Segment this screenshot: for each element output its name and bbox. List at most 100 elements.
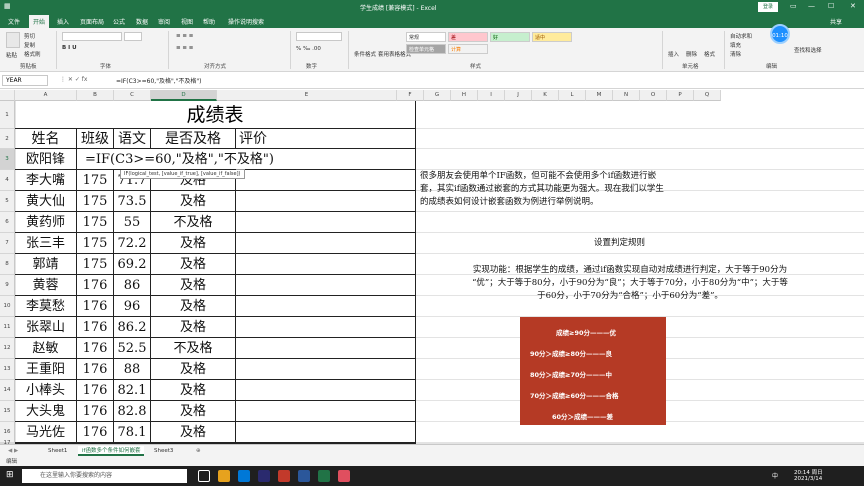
cell-name[interactable]: 小棒头 xyxy=(15,380,77,401)
tab-data[interactable]: 数据 xyxy=(136,17,148,26)
cell-class[interactable]: 176 xyxy=(77,359,114,380)
cell-class[interactable]: 175 xyxy=(77,254,114,275)
cell-class[interactable]: 175 xyxy=(77,170,114,191)
style-neutral[interactable]: 适中 xyxy=(532,32,572,42)
row-header[interactable]: 2 xyxy=(0,129,15,149)
cell-name[interactable]: 张翠山 xyxy=(15,317,77,338)
word-icon[interactable] xyxy=(298,470,310,482)
cell-score[interactable]: 73.5 xyxy=(114,191,151,212)
cell-name[interactable]: 欧阳锋 xyxy=(15,149,77,170)
column-header[interactable]: E xyxy=(217,90,397,101)
sheet-title[interactable]: 成绩表 xyxy=(15,101,416,129)
column-header[interactable]: D xyxy=(151,90,217,101)
cell-class[interactable]: 176 xyxy=(77,296,114,317)
formula-input[interactable]: =IF(C3>=60,"及格","不及格") xyxy=(116,76,201,85)
insert-cells-button[interactable]: 插入 xyxy=(668,50,679,58)
powerpoint-icon[interactable] xyxy=(278,470,290,482)
cell-score[interactable]: 78.1 xyxy=(114,422,151,443)
cell-comment[interactable] xyxy=(236,422,416,443)
tab-view[interactable]: 视图 xyxy=(181,17,193,26)
delete-cells-button[interactable]: 删除 xyxy=(686,50,697,58)
copy-button[interactable]: 复制 xyxy=(24,41,35,49)
premiere-icon[interactable] xyxy=(258,470,270,482)
align-icons-row2[interactable]: ≡ ≡ ≡ xyxy=(176,45,193,51)
ime-indicator[interactable]: 中 xyxy=(772,471,778,480)
tab-file[interactable]: 文件 xyxy=(8,17,20,26)
cell-score[interactable]: 82.1 xyxy=(114,380,151,401)
column-header[interactable]: J xyxy=(505,90,532,101)
column-header[interactable]: M xyxy=(586,90,613,101)
cell-pass[interactable]: 及格 xyxy=(151,380,236,401)
row-header[interactable]: 10 xyxy=(0,296,15,317)
cell-pass[interactable]: 不及格 xyxy=(151,212,236,233)
column-header[interactable]: O xyxy=(640,90,667,101)
cell-comment[interactable] xyxy=(236,233,416,254)
row-header[interactable]: 13 xyxy=(0,359,15,380)
column-header[interactable]: G xyxy=(424,90,451,101)
cell-comment[interactable] xyxy=(236,401,416,422)
tell-me-search[interactable]: 操作说明搜索 xyxy=(228,17,264,26)
style-good[interactable]: 好 xyxy=(490,32,530,42)
cell-score[interactable]: 88 xyxy=(114,359,151,380)
conditional-format-button[interactable]: 条件格式 xyxy=(354,50,376,58)
sheet-tab-sheet3[interactable]: Sheet3 xyxy=(150,446,177,456)
cell-name[interactable]: 黄药师 xyxy=(15,212,77,233)
header-class[interactable]: 班级 xyxy=(77,129,114,149)
percent-icon[interactable]: % ‰ .00 xyxy=(296,46,321,52)
tab-help[interactable]: 帮助 xyxy=(203,17,215,26)
tab-home[interactable]: 开始 xyxy=(29,15,50,28)
share-button[interactable]: 共享 xyxy=(830,17,842,26)
format-cells-button[interactable]: 格式 xyxy=(704,50,715,58)
clock-date[interactable]: 2021/3/14 xyxy=(794,476,822,482)
align-icons[interactable]: ≡ ≡ ≡ xyxy=(176,33,193,39)
row-header[interactable]: 5 xyxy=(0,191,15,212)
cell-class[interactable]: 176 xyxy=(77,317,114,338)
add-sheet-icon[interactable]: ⊕ xyxy=(192,446,205,456)
column-header[interactable]: N xyxy=(613,90,640,101)
row-header[interactable]: 4 xyxy=(0,170,15,191)
cell-name[interactable]: 马光佐 xyxy=(15,422,77,443)
cell-pass[interactable]: 及格 xyxy=(151,275,236,296)
find-select-button[interactable]: 查找和选择 xyxy=(794,46,822,54)
style-calc[interactable]: 计算 xyxy=(448,44,488,54)
maximize-icon[interactable]: ☐ xyxy=(828,2,834,10)
paste-icon[interactable] xyxy=(6,32,20,48)
cell-score[interactable]: 69.2 xyxy=(114,254,151,275)
sheet-tab-sheet1[interactable]: Sheet1 xyxy=(44,446,71,456)
sheet-tab-active[interactable]: if函数多个条件如何嵌套 xyxy=(78,446,145,456)
mail-icon[interactable] xyxy=(238,470,250,482)
row-header[interactable]: 15 xyxy=(0,401,15,422)
taskbar-search[interactable]: 在这里输入你要搜索的内容 xyxy=(22,469,187,483)
column-header[interactable]: K xyxy=(532,90,559,101)
cell-name[interactable]: 郭靖 xyxy=(15,254,77,275)
select-all-corner[interactable] xyxy=(0,90,15,101)
cell-class[interactable]: 176 xyxy=(77,422,114,443)
font-name-select[interactable] xyxy=(62,32,122,41)
login-button[interactable]: 登录 xyxy=(758,2,778,12)
cell-comment[interactable] xyxy=(236,317,416,338)
cell-class[interactable]: 175 xyxy=(77,212,114,233)
paste-button[interactable]: 粘贴 xyxy=(6,51,17,59)
cell-comment[interactable] xyxy=(236,275,416,296)
clock-time[interactable]: 20:14 周日 xyxy=(794,468,823,476)
cell-score[interactable]: 86.2 xyxy=(114,317,151,338)
cell-class[interactable]: 176 xyxy=(77,401,114,422)
cell-comment[interactable] xyxy=(236,254,416,275)
column-header[interactable]: P xyxy=(667,90,694,101)
cell-name[interactable]: 黄蓉 xyxy=(15,275,77,296)
cell-class[interactable]: 176 xyxy=(77,338,114,359)
style-check-cell[interactable]: 检查单元格 xyxy=(406,44,446,54)
cell-comment[interactable] xyxy=(236,212,416,233)
column-header[interactable]: C xyxy=(114,90,151,101)
bold-icon[interactable]: B I U xyxy=(62,45,77,51)
cell-score[interactable]: 55 xyxy=(114,212,151,233)
cell-score[interactable]: 72.2 xyxy=(114,233,151,254)
task-view-icon[interactable] xyxy=(198,470,210,482)
cell-comment[interactable] xyxy=(236,296,416,317)
cell-pass[interactable]: 及格 xyxy=(151,422,236,443)
tab-page-layout[interactable]: 页面布局 xyxy=(80,17,104,26)
column-header[interactable]: Q xyxy=(694,90,721,101)
autosum-button[interactable]: 自动求和 xyxy=(730,32,752,40)
row-header[interactable]: 14 xyxy=(0,380,15,401)
header-score[interactable]: 语文 xyxy=(114,129,151,149)
